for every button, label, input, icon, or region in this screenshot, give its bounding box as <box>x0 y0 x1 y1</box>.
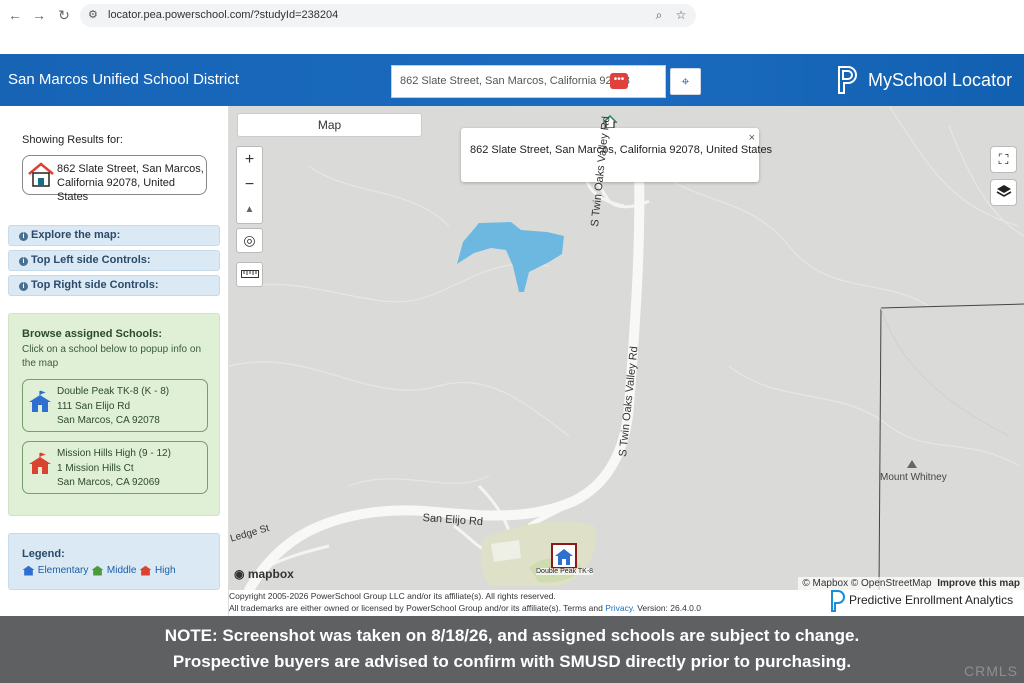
page-footer: Copyright 2005-2026 PowerSchool Group LL… <box>229 590 1024 616</box>
layers-icon <box>996 185 1011 197</box>
browser-chrome: ← → ↻ ⚙ locator.pea.powerschool.com/?stu… <box>0 0 1024 54</box>
url-text: locator.pea.powerschool.com/?studyId=238… <box>108 9 339 21</box>
home-icon <box>28 162 54 187</box>
legend-high: High <box>154 565 176 576</box>
fullscreen-button[interactable]: ⛶ <box>991 147 1016 172</box>
legend-items: Elementary Middle High <box>22 563 176 576</box>
school-name: Double Peak TK-8 (K - 8) <box>57 386 170 397</box>
compass-button[interactable]: ▲ <box>237 197 262 223</box>
browse-schools-panel: Browse assigned Schools: Click on a scho… <box>8 313 220 516</box>
privacy-link[interactable]: Privacy. <box>605 603 635 613</box>
more-options-button[interactable]: ••• <box>610 73 628 89</box>
info-icon: i <box>19 282 28 291</box>
back-icon[interactable]: ← <box>6 6 24 24</box>
pea-logo: Predictive Enrollment Analytics <box>829 590 1013 612</box>
district-name: San Marcos Unified School District <box>8 71 239 88</box>
browse-schools-instructions: Click on a school below to popup info on… <box>22 344 202 369</box>
browse-schools-title: Browse assigned Schools: <box>22 328 162 340</box>
disclaimer-banner: NOTE: Screenshot was taken on 8/18/26, a… <box>0 616 1024 683</box>
disclaimer-line2: Prospective buyers are advised to confir… <box>172 652 852 671</box>
legend-panel: Legend: Elementary Middle High <box>8 533 220 590</box>
school-marker-double-peak[interactable] <box>551 543 577 569</box>
middle-school-icon <box>91 565 104 576</box>
address-bar[interactable]: ⚙ locator.pea.powerschool.com/?studyId=2… <box>80 4 696 27</box>
sidebar: Showing Results for: 862 Slate Street, S… <box>0 106 229 616</box>
site-settings-icon[interactable]: ⚙ <box>88 8 102 22</box>
pea-p-icon <box>831 590 845 612</box>
showing-results-title: Showing Results for: <box>22 134 123 146</box>
info-icon: i <box>19 232 28 241</box>
school-city: San Marcos, CA 92078 <box>57 415 160 426</box>
showing-address-line2: California 92078, United States <box>57 177 176 203</box>
showing-results-address[interactable]: 862 Slate Street, San Marcos, California… <box>22 155 207 203</box>
bookmark-star-icon[interactable]: ☆ <box>674 8 688 22</box>
school-name: Mission Hills High (9 - 12) <box>57 448 171 459</box>
school-city: San Marcos, CA 92069 <box>57 477 160 488</box>
copyright-text: Copyright 2005-2026 PowerSchool Group LL… <box>229 591 556 601</box>
school-street: 111 San Elijo Rd <box>57 400 131 412</box>
tab-map[interactable]: Map <box>237 113 422 137</box>
zoom-in-button[interactable]: + <box>237 147 262 173</box>
ruler-icon <box>240 270 259 278</box>
showing-address-line1: 862 Slate Street, San Marcos, <box>57 163 204 175</box>
improve-map-link[interactable]: Improve this map <box>937 578 1020 589</box>
school-street: 1 Mission Hills Ct <box>57 462 134 474</box>
map-canvas[interactable]: Map + − ▲ ◎ 862 Slate Street, San Marcos… <box>229 106 1024 590</box>
school-card-mission-hills[interactable]: Mission Hills High (9 - 12) 1 Mission Hi… <box>22 441 208 494</box>
legend-elementary: Elementary <box>37 565 89 576</box>
legend-middle: Middle <box>106 565 137 576</box>
attribution-text[interactable]: © Mapbox © OpenStreetMap <box>802 578 931 589</box>
powerschool-p-icon <box>838 66 857 94</box>
brand-name: MySchool Locator <box>868 70 1013 90</box>
layers-button[interactable] <box>991 180 1016 205</box>
disclaimer-line1: NOTE: Screenshot was taken on 8/18/26, a… <box>164 626 860 645</box>
target-icon: ◎ <box>243 232 256 248</box>
accordion-explore-map[interactable]: i Explore the map: <box>8 225 220 246</box>
trademark-text: All trademarks are either owned or licen… <box>229 603 702 613</box>
measure-button[interactable] <box>236 262 263 287</box>
locate-address-button[interactable]: ⌖ <box>670 68 701 95</box>
high-school-icon <box>29 452 51 474</box>
school-marker-label: Double Peak TK-8 <box>536 568 594 575</box>
info-icon: i <box>19 257 28 266</box>
crmls-watermark: CRMLS <box>963 663 1018 679</box>
zoom-controls: + − ▲ <box>236 146 263 224</box>
mapbox-icon: ◉ <box>234 567 245 581</box>
accordion-top-right-controls[interactable]: i Top Right side Controls: <box>8 275 220 296</box>
accordion-top-left-controls[interactable]: i Top Left side Controls: <box>8 250 220 271</box>
fullscreen-icon: ⛶ <box>998 151 1009 167</box>
map-attribution: © Mapbox © OpenStreetMap Improve this ma… <box>798 577 1024 590</box>
zoom-icon[interactable]: ⌕ <box>652 8 666 22</box>
pea-name: Predictive Enrollment Analytics <box>849 593 1014 607</box>
mountain-label: Mount Whitney <box>880 472 947 483</box>
popup-close-button[interactable]: × <box>749 132 755 144</box>
zoom-out-button[interactable]: − <box>237 172 262 198</box>
reload-icon[interactable]: ↻ <box>55 6 73 24</box>
mapbox-logo: ◉ mapbox <box>234 567 294 581</box>
legend-title: Legend: <box>22 548 65 560</box>
school-card-double-peak[interactable]: Double Peak TK-8 (K - 8) 111 San Elijo R… <box>22 379 208 432</box>
popup-address: 862 Slate Street, San Marcos, California… <box>470 144 773 156</box>
forward-icon[interactable]: → <box>30 6 48 24</box>
elementary-school-icon <box>29 390 51 412</box>
elementary-school-icon <box>22 565 35 576</box>
geolocate-button[interactable]: ◎ <box>236 228 263 253</box>
high-school-icon <box>139 565 152 576</box>
crosshair-icon: ⌖ <box>681 73 690 89</box>
